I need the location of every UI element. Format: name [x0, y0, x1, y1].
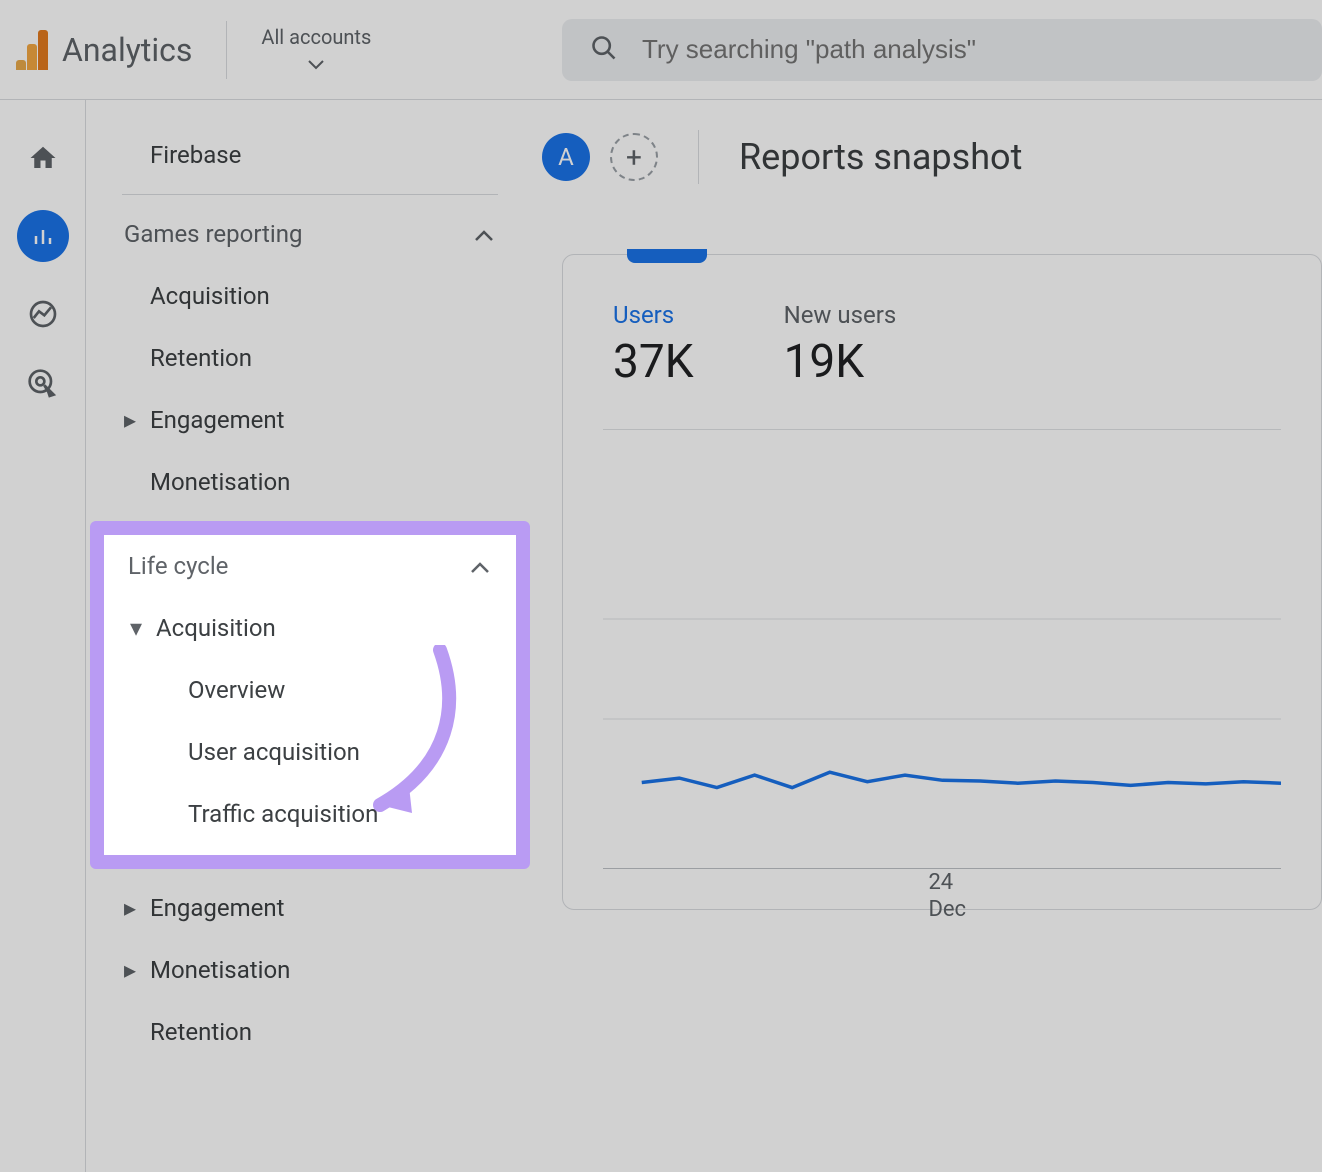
divider: [698, 130, 699, 184]
caret-down-icon: [308, 51, 324, 75]
caret-right-icon: ▸: [120, 956, 140, 984]
metric-label: Users: [613, 301, 694, 329]
sidebar-item-lc-acquisition[interactable]: ▾ Acquisition: [104, 597, 516, 659]
product-logo[interactable]: Analytics: [12, 30, 192, 70]
side-navigation: Firebase Games reporting Acquisition Ret…: [86, 100, 534, 1172]
metric-value: 37K: [613, 335, 694, 389]
section-games-reporting[interactable]: Games reporting: [86, 203, 534, 265]
sidebar-item-engagement[interactable]: ▸ Engagement: [86, 389, 534, 451]
account-label: All accounts: [261, 25, 371, 49]
sidebar-item-retention[interactable]: Retention: [86, 327, 534, 389]
metric-label: New users: [784, 301, 897, 329]
sidebar-item-overview[interactable]: Overview: [104, 659, 516, 721]
advertising-icon[interactable]: [25, 366, 61, 402]
search-input[interactable]: [642, 34, 1294, 65]
sidebar-item-user-acquisition[interactable]: User acquisition: [104, 721, 516, 783]
home-icon[interactable]: [25, 140, 61, 176]
sidebar-item-lc-engagement[interactable]: ▸ Engagement: [86, 877, 534, 939]
sidebar-item-lc-monetisation[interactable]: ▸ Monetisation: [86, 939, 534, 1001]
header-divider: [226, 21, 227, 79]
sidebar-item-monetisation[interactable]: Monetisation: [86, 451, 534, 513]
search-icon: [590, 34, 618, 66]
users-chart: 24Dec: [603, 429, 1281, 869]
reports-icon[interactable]: [17, 210, 69, 262]
main-content: A + Reports snapshot Users 37K New users…: [534, 100, 1322, 1172]
chevron-up-icon: [474, 220, 494, 248]
search-bar[interactable]: [562, 19, 1322, 81]
product-name: Analytics: [62, 31, 192, 69]
divider: [122, 194, 498, 195]
caret-down-icon: ▾: [126, 614, 146, 642]
caret-right-icon: ▸: [120, 894, 140, 922]
nav-rail: [0, 100, 86, 1172]
section-life-cycle[interactable]: Life cycle: [104, 535, 516, 597]
app-header: Analytics All accounts: [0, 0, 1322, 100]
snapshot-card: Users 37K New users 19K 24Dec: [562, 254, 1322, 910]
highlight-life-cycle: Life cycle ▾ Acquisition Overview User a…: [90, 521, 530, 869]
sidebar-item-lc-retention[interactable]: Retention: [86, 1001, 534, 1063]
analytics-logo-icon: [16, 30, 48, 70]
metric-users[interactable]: Users 37K: [613, 301, 694, 389]
sidebar-item-acquisition[interactable]: Acquisition: [86, 265, 534, 327]
chevron-up-icon: [470, 552, 490, 580]
explore-icon[interactable]: [25, 296, 61, 332]
add-comparison-button[interactable]: +: [610, 133, 658, 181]
active-tab-indicator: [627, 249, 707, 263]
page-title: Reports snapshot: [739, 136, 1022, 178]
metric-value: 19K: [784, 335, 897, 389]
x-axis: [603, 868, 1281, 869]
x-axis-tick: 24Dec: [928, 870, 966, 923]
account-picker[interactable]: All accounts: [261, 25, 371, 75]
sidebar-item-firebase[interactable]: Firebase: [86, 124, 534, 186]
plus-icon: +: [626, 141, 642, 174]
metric-new-users[interactable]: New users 19K: [784, 301, 897, 389]
caret-right-icon: ▸: [120, 406, 140, 434]
sidebar-item-traffic-acquisition[interactable]: Traffic acquisition: [104, 783, 516, 845]
avatar[interactable]: A: [542, 133, 590, 181]
line-chart-svg: [603, 429, 1281, 869]
